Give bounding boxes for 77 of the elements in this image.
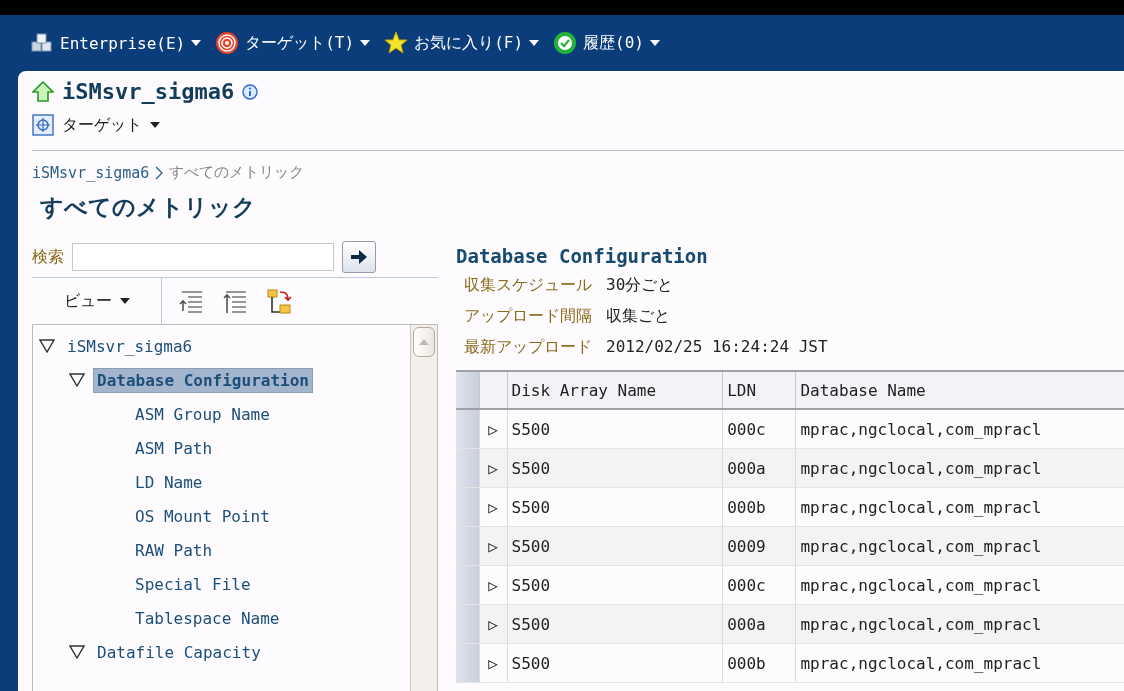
chevron-icon — [155, 165, 164, 180]
row-expander[interactable]: ▷ — [479, 643, 508, 683]
caret-icon — [529, 40, 540, 46]
target-menu[interactable]: ターゲット — [32, 114, 1124, 136]
folder-tree-icon[interactable] — [266, 287, 294, 315]
property-value: 2012/02/25 16:24:24 JST — [606, 337, 829, 358]
breadcrumb-current: すべてのメトリック — [169, 163, 305, 182]
go-button[interactable] — [342, 241, 376, 273]
row-expander[interactable]: ▷ — [479, 565, 508, 605]
scrollbar[interactable] — [410, 325, 437, 691]
search-label: 検索 — [32, 246, 64, 268]
table-cell: S500 — [507, 409, 723, 449]
menu-item[interactable]: お気に入り(F) — [384, 31, 540, 55]
star-icon — [384, 31, 409, 55]
table-cell: S500 — [507, 643, 723, 683]
info-icon[interactable] — [242, 83, 259, 100]
section-title: Database Configuration — [456, 245, 709, 267]
caret-icon — [649, 40, 660, 46]
table-cell: 000b — [722, 487, 796, 527]
table-cell: mprac,ngclocal,com_mpracl — [795, 409, 1124, 449]
tree-item[interactable]: ASM Group Name — [131, 401, 274, 427]
table-cell: mprac,ngclocal,com_mpracl — [795, 604, 1124, 644]
tree-item[interactable]: Database Configuration — [93, 367, 313, 393]
column-header[interactable]: Disk Array Name — [507, 371, 723, 409]
property-label: 最新アップロード — [464, 337, 592, 358]
tree-item[interactable]: OS Mount Point — [131, 503, 274, 529]
property-value: 30分ごと — [606, 275, 675, 296]
tree-item[interactable]: Datafile Capacity — [93, 639, 265, 665]
tree-item[interactable]: Special File — [131, 571, 255, 597]
property-label: 収集スケジュール — [464, 275, 592, 296]
cubes-icon — [30, 31, 54, 55]
column-header[interactable]: LDN — [722, 371, 796, 409]
tree-item[interactable]: Tablespace Name — [131, 605, 284, 631]
page-title: すべてのメトリック — [40, 193, 257, 222]
table-cell: S500 — [507, 526, 723, 566]
target-icon — [215, 31, 240, 55]
menu-item[interactable]: ターゲット(T) — [215, 31, 371, 55]
table-cell: 000b — [722, 643, 796, 683]
caret-icon — [150, 122, 160, 128]
right-arrow-icon — [351, 250, 367, 264]
table-cell: S500 — [507, 448, 723, 488]
table-cell: S500 — [507, 487, 723, 527]
target-title: iSMsvr_sigma6 — [62, 79, 235, 104]
menu-item[interactable]: Enterprise(E) — [30, 31, 202, 55]
table-cell: 000a — [722, 604, 796, 644]
tree-item[interactable]: ASM Path — [131, 435, 217, 461]
table-cell: 000c — [722, 565, 796, 605]
property-value: 収集ごと — [606, 306, 671, 327]
table-cell: mprac,ngclocal,com_mpracl — [795, 643, 1124, 683]
search-field[interactable] — [72, 243, 334, 271]
table-cell: mprac,ngclocal,com_mpracl — [795, 565, 1124, 605]
tree-item[interactable]: iSMsvr_sigma6 — [63, 333, 197, 359]
caret-icon — [191, 40, 202, 46]
tree-item[interactable]: RAW Path — [131, 537, 217, 563]
table-cell: S500 — [507, 604, 723, 644]
breadcrumb-link[interactable]: iSMsvr_sigma6 — [32, 163, 150, 182]
caret-icon — [360, 40, 371, 46]
tree-item[interactable]: LD Name — [131, 469, 207, 495]
table-cell: mprac,ngclocal,com_mpracl — [795, 487, 1124, 527]
table-cell: S500 — [507, 565, 723, 605]
collapse-icon[interactable] — [39, 339, 55, 353]
check-icon — [553, 31, 578, 55]
column-header[interactable]: Database Name — [795, 371, 1124, 409]
menu-item[interactable]: 履歴(0) — [553, 31, 660, 55]
property-label: アップロード間隔 — [464, 306, 592, 327]
table-cell: 000a — [722, 448, 796, 488]
table-cell: 0009 — [722, 526, 796, 566]
row-expander[interactable]: ▷ — [479, 487, 508, 527]
table-cell: mprac,ngclocal,com_mpracl — [795, 526, 1124, 566]
up-arrow-icon — [32, 80, 54, 103]
caret-icon — [119, 298, 130, 304]
target-icon — [32, 114, 54, 136]
table-cell: 000c — [722, 409, 796, 449]
table-cell: mprac,ngclocal,com_mpracl — [795, 448, 1124, 488]
collapse-icon[interactable] — [69, 373, 85, 387]
collapse-icon[interactable] — [69, 645, 85, 659]
row-expander[interactable]: ▷ — [479, 409, 508, 449]
